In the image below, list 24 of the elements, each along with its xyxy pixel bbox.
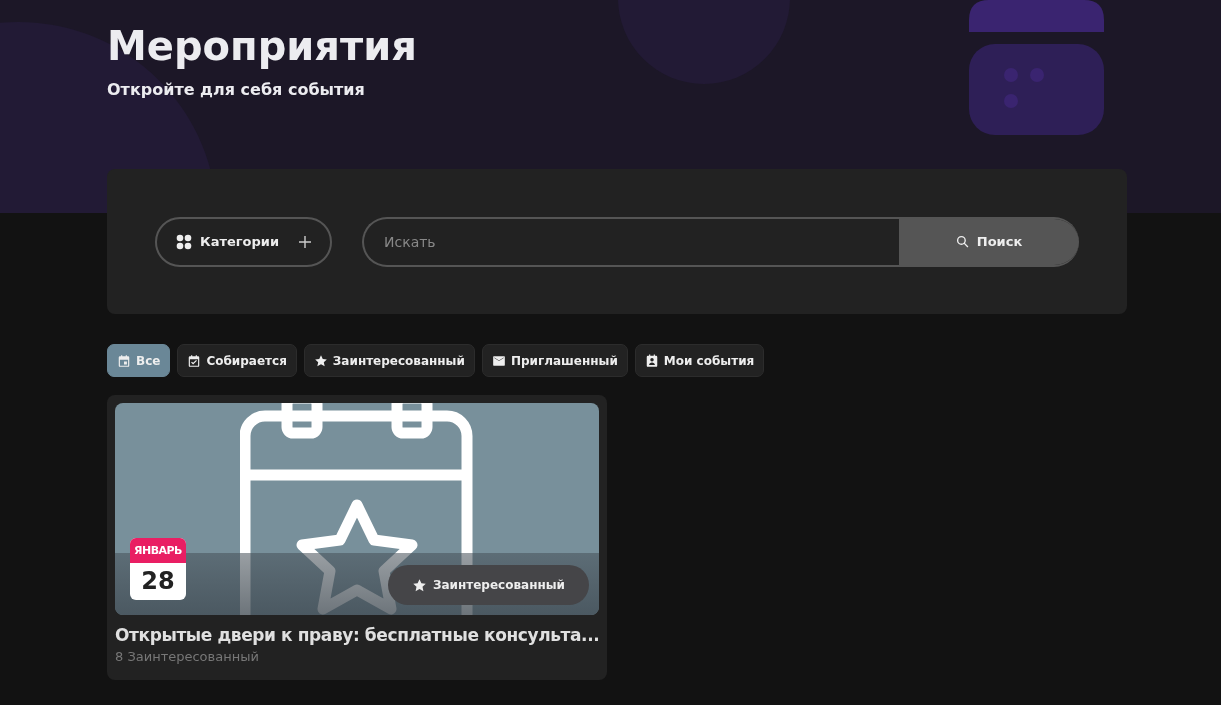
- filter-tab[interactable]: Мои события: [634, 344, 765, 377]
- grid-dots-icon: [176, 233, 192, 250]
- page-title: Мероприятия: [107, 22, 417, 71]
- search-field[interactable]: Искать Поиск: [362, 216, 1079, 267]
- filter-tab[interactable]: Собирается: [177, 344, 297, 377]
- plus-icon: [299, 235, 311, 248]
- interested-button[interactable]: Заинтересованный: [387, 565, 589, 605]
- page-subtitle: Откройте для себя события: [107, 80, 366, 99]
- event-title: Открытые двери к праву: бесплатные консульта...: [115, 625, 599, 645]
- date-day: 28: [130, 563, 186, 600]
- search-button[interactable]: Поиск: [899, 218, 1079, 265]
- calendar-icon: [117, 353, 131, 368]
- date-month: ЯНВАРЬ: [130, 538, 186, 563]
- interested-count: 8 Заинтересованный: [115, 649, 260, 664]
- star-icon: [313, 353, 328, 368]
- filter-tab[interactable]: Приглашенный: [481, 344, 628, 377]
- search-icon: [955, 235, 969, 248]
- star-icon: [411, 577, 427, 593]
- event-card[interactable]: ЯНВАРЬ 28 Заинтересованный Открытые двери к праву: бесплатные консульта... 8 Заинтересованный: [107, 395, 607, 680]
- calendar-check-icon: [187, 353, 202, 368]
- categories-button[interactable]: Категории: [155, 216, 332, 267]
- contact-icon: [644, 353, 659, 368]
- mail-icon: [491, 353, 506, 368]
- filter-tab[interactable]: Заинтересованный: [303, 344, 475, 377]
